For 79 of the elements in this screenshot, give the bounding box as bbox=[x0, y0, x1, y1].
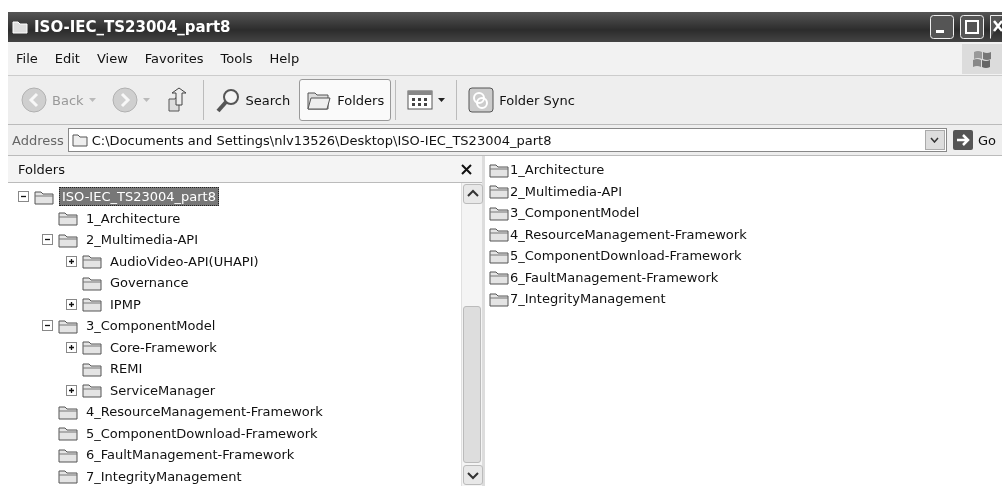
scrollbar[interactable] bbox=[461, 183, 482, 486]
window-title: ISO-IEC_TS23004_part8 bbox=[34, 18, 232, 36]
folder-icon bbox=[12, 20, 28, 34]
right-arrow-icon bbox=[952, 130, 973, 150]
close-icon[interactable] bbox=[461, 163, 472, 175]
expand-icon[interactable] bbox=[66, 298, 77, 310]
folder-icon bbox=[82, 339, 102, 356]
collapse-icon[interactable] bbox=[42, 234, 53, 246]
folder-icon bbox=[58, 210, 78, 227]
menu-item[interactable]: Help bbox=[261, 51, 309, 66]
tree-item[interactable]: Governance bbox=[107, 273, 192, 293]
tree-item[interactable]: Core-Framework bbox=[107, 337, 220, 357]
search-button[interactable]: Search bbox=[207, 79, 298, 121]
tree-item[interactable]: REMI bbox=[107, 359, 146, 379]
tree-item[interactable]: ISO-IEC_TS23004_part8 bbox=[59, 187, 219, 207]
menu-item[interactable]: Tools bbox=[212, 51, 262, 66]
sync-icon bbox=[468, 87, 495, 113]
tree-item[interactable]: 5_ComponentDownload-Framework bbox=[83, 423, 321, 443]
tree-item[interactable]: ServiceManager bbox=[107, 380, 219, 400]
folder-icon bbox=[489, 183, 509, 200]
address-field[interactable]: C:\Documents and Settings\nlv13526\Desktop\ISO-IEC_TS23004_part8 bbox=[67, 128, 947, 152]
expand-icon[interactable] bbox=[66, 255, 77, 267]
expand-icon[interactable] bbox=[66, 341, 77, 353]
folder-name[interactable]: 3_ComponentModel bbox=[510, 205, 640, 221]
scroll-thumb[interactable] bbox=[463, 306, 481, 463]
folder-icon bbox=[58, 231, 78, 248]
folder-icon bbox=[489, 269, 509, 286]
folder-icon bbox=[489, 226, 509, 243]
tree-item[interactable]: 1_Architecture bbox=[83, 208, 184, 228]
collapse-icon[interactable] bbox=[42, 320, 53, 332]
folder-icon bbox=[82, 274, 102, 291]
folder-icon bbox=[489, 247, 509, 264]
close-button[interactable] bbox=[990, 15, 1002, 39]
folder-icon bbox=[71, 133, 88, 147]
menu-item[interactable]: Edit bbox=[46, 51, 89, 66]
folder-icon bbox=[82, 360, 102, 377]
tree-item[interactable]: IPMP bbox=[107, 294, 144, 314]
tree-item[interactable]: 6_FaultManagement-Framework bbox=[83, 445, 298, 465]
tree-item[interactable]: 2_Multimedia-API bbox=[83, 230, 201, 250]
folder-icon bbox=[489, 161, 509, 178]
sync-button[interactable]: Folder Sync bbox=[461, 79, 582, 121]
menu-item[interactable]: File bbox=[8, 51, 47, 66]
folder-icon bbox=[58, 446, 78, 463]
tree-item[interactable]: 7_IntegrityManagement bbox=[83, 466, 245, 486]
minimize-button[interactable] bbox=[930, 15, 954, 39]
scroll-up-icon[interactable] bbox=[463, 184, 483, 204]
views-icon bbox=[407, 87, 434, 113]
scroll-down-icon[interactable] bbox=[463, 465, 483, 485]
folders-button[interactable]: Folders bbox=[299, 79, 392, 121]
folder-icon bbox=[82, 382, 102, 399]
folder-name[interactable]: 7_IntegrityManagement bbox=[510, 291, 666, 307]
folder-name[interactable]: 1_Architecture bbox=[510, 162, 605, 178]
pane-title: Folders bbox=[18, 161, 65, 177]
folder-icon bbox=[58, 317, 78, 334]
dropdown-button[interactable] bbox=[924, 130, 945, 150]
tree-item[interactable]: 3_ComponentModel bbox=[83, 316, 219, 336]
maximize-button[interactable] bbox=[960, 15, 984, 39]
address-label: Address bbox=[12, 132, 64, 148]
go-button[interactable]: Go bbox=[950, 130, 1002, 150]
expand-icon[interactable] bbox=[66, 384, 77, 396]
folder-icon bbox=[34, 188, 54, 205]
folder-icon bbox=[489, 204, 509, 221]
folder-icon bbox=[58, 468, 78, 485]
folder-icon bbox=[82, 253, 102, 270]
folder-icon bbox=[58, 425, 78, 442]
folder-icon bbox=[489, 290, 509, 307]
folder-name[interactable]: 5_ComponentDownload-Framework bbox=[510, 248, 742, 264]
menu-item[interactable]: View bbox=[88, 51, 137, 66]
search-icon bbox=[214, 87, 241, 113]
folder-icon bbox=[82, 296, 102, 313]
folder-name[interactable]: 6_FaultManagement-Framework bbox=[510, 269, 719, 285]
collapse-icon[interactable] bbox=[18, 191, 29, 203]
folder-name[interactable]: 4_ResourceManagement-Framework bbox=[510, 226, 747, 242]
chevron-icon bbox=[930, 137, 940, 143]
folder-name[interactable]: 2_Multimedia-API bbox=[510, 183, 622, 199]
tree-item[interactable]: 4_ResourceManagement-Framework bbox=[83, 402, 326, 422]
tree-item[interactable]: AudioVideo-API(UHAPI) bbox=[107, 251, 262, 271]
folder-icon bbox=[58, 403, 78, 420]
menu-item[interactable]: Favorites bbox=[136, 51, 213, 66]
